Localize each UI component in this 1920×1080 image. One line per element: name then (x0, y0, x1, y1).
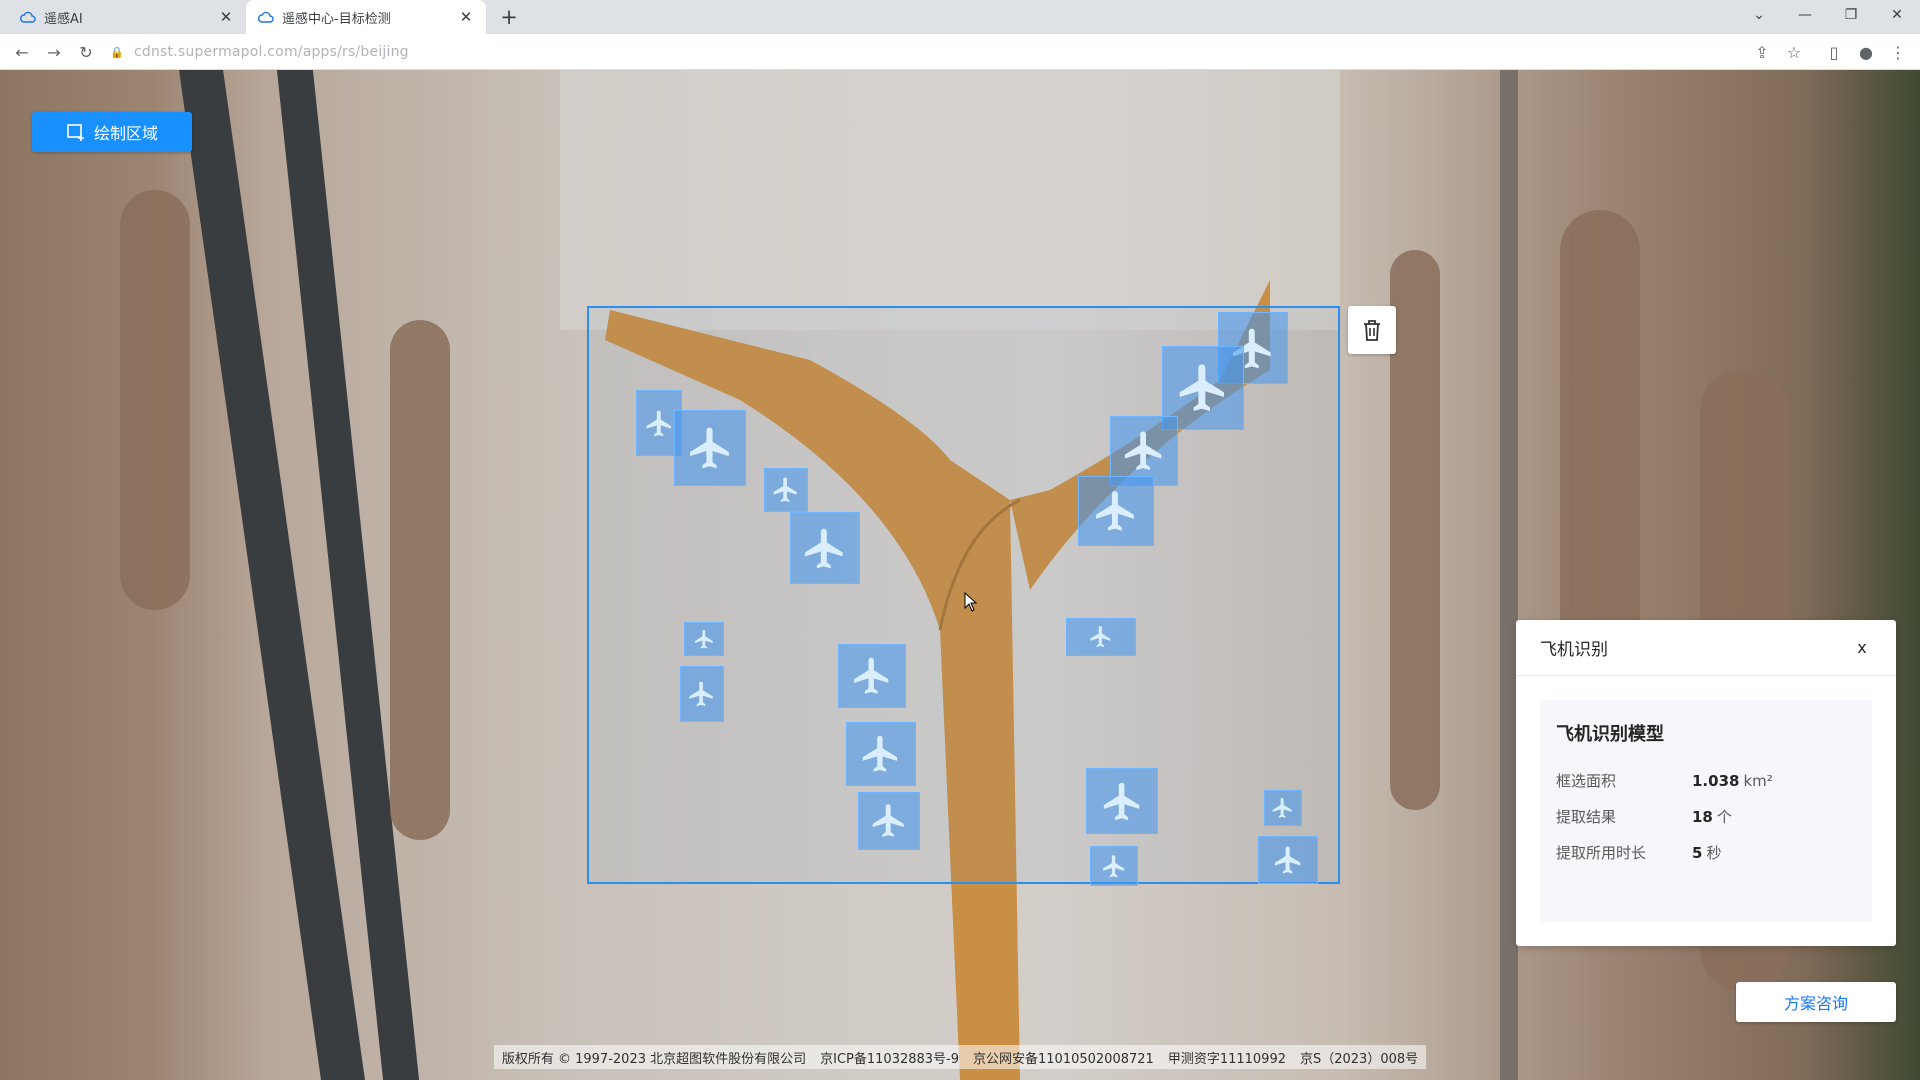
panel-body: 飞机识别模型 框选面积 1.038 km² 提取结果 18 个 提取所用时长 5… (1540, 700, 1872, 922)
stat-unit: km² (1743, 772, 1773, 790)
airplane-icon (1273, 798, 1292, 818)
close-icon[interactable]: ✕ (218, 8, 234, 26)
stat-value: 18 (1692, 808, 1713, 826)
profile-icon[interactable]: ● (1854, 40, 1878, 64)
airplane-detection[interactable] (790, 512, 860, 584)
airplane-detection[interactable] (1078, 476, 1154, 546)
airplane-detection[interactable] (674, 410, 746, 486)
airplane-icon (1090, 626, 1111, 648)
airplane-icon (1096, 491, 1134, 531)
browser-tab-bar: 遥感AI ✕ 遥感中心-目标检测 ✕ + ⌄ — ❐ ✕ (0, 0, 1920, 34)
draw-rectangle-icon (66, 122, 86, 142)
stat-row-area: 框选面积 1.038 km² (1556, 770, 1856, 806)
grass-strip (120, 190, 190, 610)
panel-title: 飞机识别 (1540, 640, 1608, 660)
footer-police-record[interactable]: 京公网安备11010502008721 (973, 1048, 1154, 1067)
delete-selection-button[interactable] (1348, 306, 1396, 354)
solution-consult-button[interactable]: 方案咨询 (1736, 982, 1896, 1022)
cloud-icon (258, 9, 274, 25)
close-icon[interactable]: x (1852, 638, 1872, 657)
airplane-icon (872, 804, 904, 838)
airplane-icon (1102, 854, 1124, 878)
cloud-icon (20, 9, 36, 25)
footer-map-approval: 京S（2023）008号 (1299, 1052, 1419, 1067)
airplane-icon (1124, 431, 1162, 471)
stat-label: 提取结果 (1556, 808, 1617, 826)
stat-row-count: 提取结果 18 个 (1556, 806, 1856, 842)
airplane-detection[interactable] (846, 722, 916, 786)
close-window-button[interactable]: ✕ (1874, 0, 1920, 30)
airplane-icon (1103, 782, 1139, 820)
airplane-icon (694, 629, 713, 649)
menu-icon[interactable]: ⋮ (1886, 40, 1910, 64)
restore-button[interactable]: ❐ (1828, 0, 1874, 30)
stat-unit: 个 (1716, 808, 1732, 826)
airplane-detection[interactable] (684, 622, 724, 656)
stat-value: 5 (1692, 844, 1703, 862)
tab-title: 遥感中心-目标检测 (282, 11, 391, 27)
draw-region-button[interactable]: 绘制区域 (32, 112, 192, 152)
footer-icp[interactable]: 京ICP备11032883号-9 (820, 1048, 959, 1067)
airplane-icon (646, 410, 671, 436)
footer-survey-license: 甲测资字11110992 (1167, 1052, 1286, 1067)
footer-copyright: 版权所有 © 1997-2023 北京超图软件股份有限公司 (501, 1052, 807, 1067)
panel-header: 飞机识别 x (1516, 620, 1896, 676)
airplane-icon (862, 735, 898, 773)
airplane-detection[interactable] (680, 666, 724, 722)
stat-row-duration: 提取所用时长 5 秒 (1556, 842, 1856, 878)
airplane-icon (689, 427, 729, 469)
airplane-detection[interactable] (1090, 846, 1138, 886)
airplane-icon (1274, 846, 1301, 874)
share-icon[interactable]: ⇪ (1750, 40, 1774, 64)
recognition-result-panel: 飞机识别 x 飞机识别模型 框选面积 1.038 km² 提取结果 18 个 提… (1516, 620, 1896, 946)
grass-strip (390, 320, 450, 840)
browser-tab-1[interactable]: 遥感AI ✕ (8, 0, 246, 34)
copyright-footer: 版权所有 © 1997-2023 北京超图软件股份有限公司 京ICP备11032… (0, 1045, 1920, 1069)
side-panel-icon[interactable]: ▯ (1822, 40, 1846, 64)
lock-icon: 🔒 (110, 45, 124, 59)
airplane-icon (1179, 364, 1224, 412)
browser-tab-2[interactable]: 遥感中心-目标检测 ✕ (246, 0, 486, 34)
model-name: 飞机识别模型 (1556, 724, 1664, 745)
airplane-detection[interactable] (1258, 836, 1318, 884)
mouse-cursor-icon (964, 592, 978, 612)
stat-label: 提取所用时长 (1556, 844, 1647, 862)
airplane-detection[interactable] (1264, 790, 1302, 826)
url-text: cdnst.supermapol.com/apps/rs/beijing (134, 44, 409, 60)
draw-region-label: 绘制区域 (93, 124, 158, 143)
forward-button[interactable]: → (42, 40, 66, 64)
grass-strip (1390, 250, 1440, 810)
airplane-icon (853, 657, 889, 695)
airplane-detection[interactable] (838, 644, 906, 708)
stat-value: 1.038 (1692, 772, 1740, 790)
airplane-detection[interactable] (764, 468, 808, 512)
address-bar[interactable]: 🔒 cdnst.supermapol.com/apps/rs/beijing (110, 38, 1755, 66)
stat-unit: 秒 (1706, 844, 1722, 862)
back-button[interactable]: ← (10, 40, 34, 64)
airplane-detection[interactable] (1066, 618, 1136, 656)
reload-button[interactable]: ↻ (74, 40, 98, 64)
close-icon[interactable]: ✕ (458, 8, 474, 26)
trash-icon (1364, 320, 1380, 341)
airplane-detection[interactable] (858, 792, 920, 850)
new-tab-button[interactable]: + (496, 5, 522, 29)
minimize-button[interactable]: — (1782, 0, 1828, 30)
browser-toolbar: ← → ↻ 🔒 cdnst.supermapol.com/apps/rs/bei… (0, 34, 1920, 70)
airplane-detection[interactable] (1086, 768, 1158, 834)
airplane-icon (805, 528, 843, 568)
airplane-icon (689, 681, 714, 707)
stat-label: 框选面积 (1556, 772, 1617, 790)
airplane-icon (773, 477, 798, 503)
footer-bar: 版权所有 © 1997-2023 北京超图软件股份有限公司 京ICP备11032… (493, 1045, 1427, 1069)
tab-search-icon[interactable]: ⌄ (1736, 0, 1782, 30)
tab-title: 遥感AI (44, 11, 83, 27)
star-icon[interactable]: ☆ (1782, 40, 1806, 64)
